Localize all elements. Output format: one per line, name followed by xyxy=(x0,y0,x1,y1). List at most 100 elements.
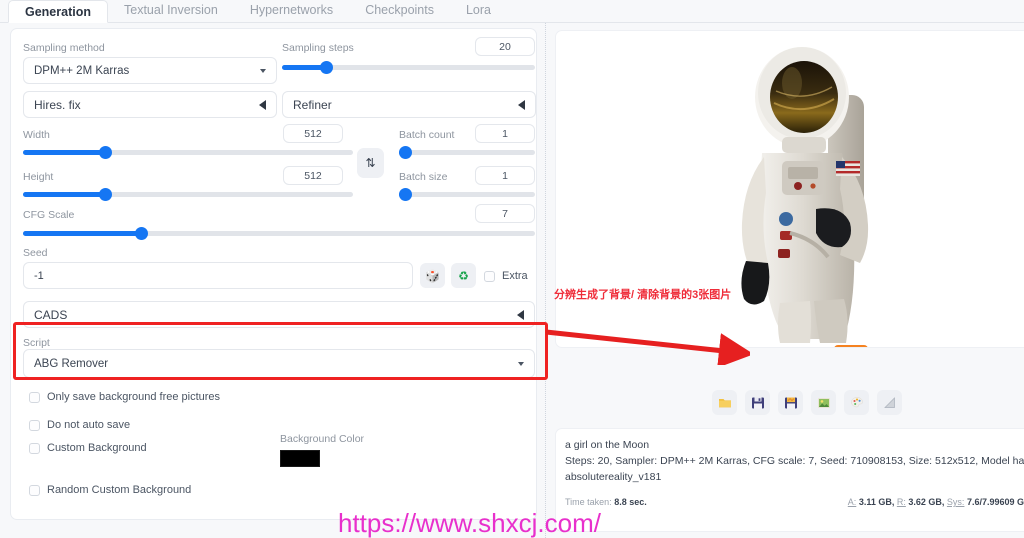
ruler-icon xyxy=(883,396,895,408)
batch-count-value[interactable]: 1 xyxy=(475,124,535,143)
memory-usage: A: 3.11 GB, R: 3.62 GB, Sys: 7.6/7.99609… xyxy=(848,497,1024,507)
width-value[interactable]: 512 xyxy=(283,124,343,143)
mem-a-value: 3.11 GB, xyxy=(858,497,895,507)
sampling-method-select[interactable]: DPM++ 2M Karras xyxy=(23,57,277,84)
width-label: Width xyxy=(23,129,50,141)
mem-a-label: A: xyxy=(847,497,857,507)
slider-fill xyxy=(23,150,105,155)
cfg-scale-slider[interactable] xyxy=(23,227,535,240)
checkbox-label: Random Custom Background xyxy=(47,484,192,496)
height-slider[interactable] xyxy=(23,188,353,201)
annotation-arrow xyxy=(545,329,750,365)
mem-r-label: R: xyxy=(896,497,906,507)
mem-sys-label: Sys: xyxy=(946,497,965,507)
time-taken-label: Time taken: xyxy=(565,497,612,507)
save-zip-icon-button[interactable] xyxy=(778,390,803,415)
folder-icon xyxy=(718,398,731,407)
seed-label: Seed xyxy=(23,247,48,259)
seed-value: -1 xyxy=(34,269,44,282)
batch-size-slider[interactable] xyxy=(399,188,535,201)
cads-label: CADS xyxy=(34,307,68,322)
folder-icon-button[interactable] xyxy=(712,390,737,415)
generation-footer: Time taken: 8.8 sec. A: 3.11 GB, R: 3.62… xyxy=(565,497,1024,507)
generation-info: a girl on the Moon Steps: 20, Sampler: D… xyxy=(555,428,1024,532)
checkbox-label: Only save background free pictures xyxy=(47,391,221,403)
randomize-seed-button[interactable]: 🎲 xyxy=(420,263,445,288)
batch-size-value[interactable]: 1 xyxy=(475,166,535,185)
cads-accordion[interactable]: CADS xyxy=(23,301,535,328)
thumb-mask[interactable] xyxy=(800,347,830,348)
tab-checkpoints[interactable]: Checkpoints xyxy=(349,0,450,22)
tab-textual-inversion[interactable]: Textual Inversion xyxy=(108,0,234,22)
tab-hypernetworks[interactable]: Hypernetworks xyxy=(234,0,349,22)
collapse-arrow-icon xyxy=(517,309,524,320)
height-label: Height xyxy=(23,171,54,183)
mem-r-value: 3.62 GB, xyxy=(908,497,945,507)
gallery-toolbar[interactable] xyxy=(712,390,902,415)
checkbox-icon[interactable] xyxy=(484,270,495,282)
seed-input[interactable]: -1 xyxy=(23,262,413,289)
batch-count-slider[interactable] xyxy=(399,146,535,159)
extra-label: Extra xyxy=(502,270,528,282)
save-zip-icon xyxy=(784,397,797,408)
ruler-icon-button[interactable] xyxy=(877,390,902,415)
refiner-accordion[interactable]: Refiner xyxy=(282,91,536,118)
batch-count-label: Batch count xyxy=(399,129,455,141)
slider-thumb[interactable] xyxy=(399,188,412,201)
chevron-down-icon xyxy=(260,68,266,73)
save-floppy-icon xyxy=(751,397,764,408)
checkbox-custom-background[interactable]: Custom Background xyxy=(29,442,147,454)
checkbox-icon[interactable] xyxy=(29,419,40,431)
slider-thumb[interactable] xyxy=(99,188,112,201)
recycle-seed-button[interactable]: ♻ xyxy=(451,263,476,288)
sampling-steps-slider[interactable] xyxy=(282,61,535,74)
time-taken: Time taken: 8.8 sec. xyxy=(565,497,647,507)
checkbox-icon[interactable] xyxy=(29,391,40,403)
slider-thumb[interactable] xyxy=(399,146,412,159)
hires-fix-label: Hires. fix xyxy=(34,97,81,112)
settings-panel: Sampling method DPM++ 2M Karras Sampling… xyxy=(0,23,546,538)
slider-thumb[interactable] xyxy=(320,61,333,74)
collapse-arrow-icon xyxy=(518,99,525,110)
output-panel: a girl on the Moon Steps: 20, Sampler: D… xyxy=(547,23,1024,538)
save-icon-button[interactable] xyxy=(745,390,770,415)
script-select[interactable]: ABG Remover xyxy=(23,349,535,378)
generation-params: Steps: 20, Sampler: DPM++ 2M Karras, CFG… xyxy=(565,455,1024,467)
generated-image[interactable] xyxy=(724,33,904,345)
model-name: absolutereality_v181 xyxy=(565,471,662,483)
swap-dimensions-button[interactable]: ⇅ xyxy=(357,148,384,178)
palette-icon xyxy=(850,396,863,407)
checkbox-icon[interactable] xyxy=(29,484,40,496)
palette-icon-button[interactable] xyxy=(844,390,869,415)
gallery-thumbnails[interactable] xyxy=(764,345,868,348)
checkbox-label: Custom Background xyxy=(47,442,147,454)
mem-sys-value: 7.6/7.99609 G xyxy=(966,497,1024,507)
chinese-annotation: 分辨生成了背景/ 清除背景的3张图片 xyxy=(554,289,732,301)
sampling-steps-value[interactable]: 20 xyxy=(475,37,535,56)
settings-card: Sampling method DPM++ 2M Karras Sampling… xyxy=(10,28,537,520)
thumb-with-background[interactable] xyxy=(764,347,794,348)
extra-seed-checkbox[interactable]: Extra xyxy=(484,270,528,282)
tab-generation[interactable]: Generation xyxy=(8,0,108,23)
watermark-url: https://www.shxcj.com/ xyxy=(338,508,601,538)
checkbox-only-save-bg-free[interactable]: Only save background free pictures xyxy=(29,391,220,403)
checkbox-icon[interactable] xyxy=(29,442,40,454)
checkbox-do-not-auto-save[interactable]: Do not auto save xyxy=(29,419,130,431)
thumb-background-removed[interactable] xyxy=(834,345,868,347)
chevron-down-icon xyxy=(518,361,524,366)
checkbox-random-custom-background[interactable]: Random Custom Background xyxy=(29,484,191,496)
sampling-method-label: Sampling method xyxy=(23,42,105,54)
slider-fill xyxy=(23,192,105,197)
height-value[interactable]: 512 xyxy=(283,166,343,185)
tab-lora[interactable]: Lora xyxy=(450,0,507,22)
slider-fill xyxy=(23,231,141,236)
background-color-label: Background Color xyxy=(280,433,365,445)
slider-thumb[interactable] xyxy=(99,146,112,159)
script-value: ABG Remover xyxy=(34,357,109,370)
width-slider[interactable] xyxy=(23,146,353,159)
slider-thumb[interactable] xyxy=(135,227,148,240)
background-color-swatch[interactable] xyxy=(280,450,320,467)
cfg-scale-value[interactable]: 7 xyxy=(475,204,535,223)
hires-fix-accordion[interactable]: Hires. fix xyxy=(23,91,277,118)
send-to-img2img-icon-button[interactable] xyxy=(811,390,836,415)
